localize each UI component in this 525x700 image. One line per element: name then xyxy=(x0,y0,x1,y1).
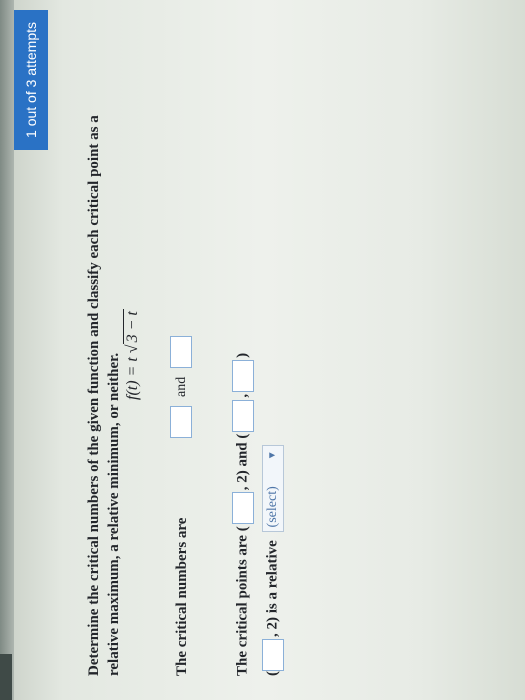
and-label: and xyxy=(173,376,189,397)
function-radicand: 3 − t xyxy=(123,309,141,345)
critical-point-1-x-input[interactable] xyxy=(232,492,254,525)
attempts-badge: 1 out of 3 attempts xyxy=(14,10,48,150)
classification-select-value: (select) xyxy=(265,486,281,528)
question-prompt: Determine the critical numbers of the gi… xyxy=(86,115,122,676)
classification-row: ( , 2) is a relative (select) ▼ xyxy=(262,445,284,676)
critical-number-1-input[interactable] xyxy=(170,406,192,438)
critical-number-2-input[interactable] xyxy=(170,335,192,368)
sqrt-symbol: √ xyxy=(124,344,141,354)
chevron-down-icon: ▼ xyxy=(267,450,278,461)
classified-point-x-input[interactable] xyxy=(262,639,284,671)
paren-open-1: ( xyxy=(234,526,251,532)
critical-points-row: The critical points are ( , 2) and (,) xyxy=(232,353,254,676)
browser-top-bar xyxy=(0,0,14,700)
function-expression: f(t) = t √3 − t xyxy=(123,309,142,400)
critical-point-2-x-input[interactable] xyxy=(232,399,254,432)
classification-select[interactable]: (select) ▼ xyxy=(262,445,284,533)
function-lhs: f(t) = t xyxy=(124,357,141,400)
is-relative-label: , 2) is a relative xyxy=(264,540,281,637)
critical-numbers-row: and xyxy=(170,335,192,438)
critical-points-label: The critical points are xyxy=(234,535,251,676)
top-bar-accent xyxy=(0,654,12,700)
critical-point-2-y-input[interactable] xyxy=(232,359,254,392)
paren-open-2: ( xyxy=(234,433,251,439)
paren-close: ) xyxy=(234,352,251,358)
paren-open-3: ( xyxy=(264,671,281,676)
two-and-text: , 2) and xyxy=(234,442,251,491)
critical-numbers-label: The critical numbers are xyxy=(174,517,190,676)
comma-text: , xyxy=(234,393,251,398)
rotated-page: 1 out of 3 attempts Determine the critic… xyxy=(0,0,525,700)
